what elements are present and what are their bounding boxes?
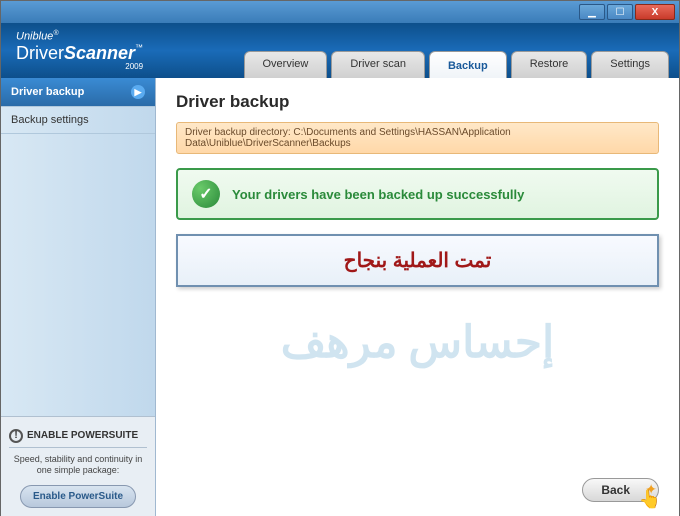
enable-powersuite-button[interactable]: Enable PowerSuite xyxy=(20,485,136,508)
maximize-button[interactable]: ☐ xyxy=(607,4,633,20)
page-title: Driver backup xyxy=(176,92,659,112)
powersuite-panel: ! ENABLE POWERSUITE Speed, stability and… xyxy=(1,416,155,516)
powersuite-title: ! ENABLE POWERSUITE xyxy=(9,425,147,448)
tab-bar: Overview Driver scan Backup Restore Sett… xyxy=(244,51,670,78)
tab-settings[interactable]: Settings xyxy=(591,51,669,78)
brand-product-b: Scanner xyxy=(64,43,135,63)
sidebar-item-label: Driver backup xyxy=(11,86,84,98)
brand-company: Uniblue xyxy=(16,31,53,43)
powersuite-title-text: ENABLE POWERSUITE xyxy=(27,430,138,441)
brand-product-a: Driver xyxy=(16,43,64,63)
tab-driver-scan[interactable]: Driver scan xyxy=(331,51,425,78)
back-button[interactable]: Back xyxy=(582,478,659,502)
watermark-text: إحساس مرهف xyxy=(176,317,659,368)
logo: Uniblue® DriverScanner™ 2009 xyxy=(16,30,143,71)
success-box: ✓ Your drivers have been backed up succe… xyxy=(176,168,659,220)
body: Driver backup ▶ Backup settings ! ENABLE… xyxy=(1,78,679,516)
sidebar-item-backup-settings[interactable]: Backup settings xyxy=(1,107,155,134)
check-icon: ✓ xyxy=(192,180,220,208)
tab-backup[interactable]: Backup xyxy=(429,51,507,78)
sidebar-item-driver-backup[interactable]: Driver backup ▶ xyxy=(1,78,155,107)
tm-mark: ™ xyxy=(135,43,143,52)
tab-overview[interactable]: Overview xyxy=(244,51,328,78)
success-text: Your drivers have been backed up success… xyxy=(232,187,524,202)
tab-restore[interactable]: Restore xyxy=(511,51,588,78)
arabic-success-box: تمت العملية بنجاح xyxy=(176,234,659,287)
info-icon: ! xyxy=(9,429,23,443)
sidebar-spacer xyxy=(1,134,155,416)
main-content: Driver backup Driver backup directory: C… xyxy=(156,78,679,516)
powersuite-desc: Speed, stability and continuity in one s… xyxy=(9,454,147,477)
sidebar-item-label: Backup settings xyxy=(11,114,89,126)
titlebar: ▁ ☐ X xyxy=(1,1,679,23)
minimize-button[interactable]: ▁ xyxy=(579,4,605,20)
close-button[interactable]: X xyxy=(635,4,675,20)
backup-directory-bar: Driver backup directory: C:\Documents an… xyxy=(176,122,659,154)
chevron-right-icon: ▶ xyxy=(131,85,145,99)
header: Uniblue® DriverScanner™ 2009 Overview Dr… xyxy=(1,23,679,78)
app-window: ▁ ☐ X Uniblue® DriverScanner™ 2009 Overv… xyxy=(0,0,680,516)
reg-mark: ® xyxy=(53,30,58,37)
sidebar: Driver backup ▶ Backup settings ! ENABLE… xyxy=(1,78,156,516)
